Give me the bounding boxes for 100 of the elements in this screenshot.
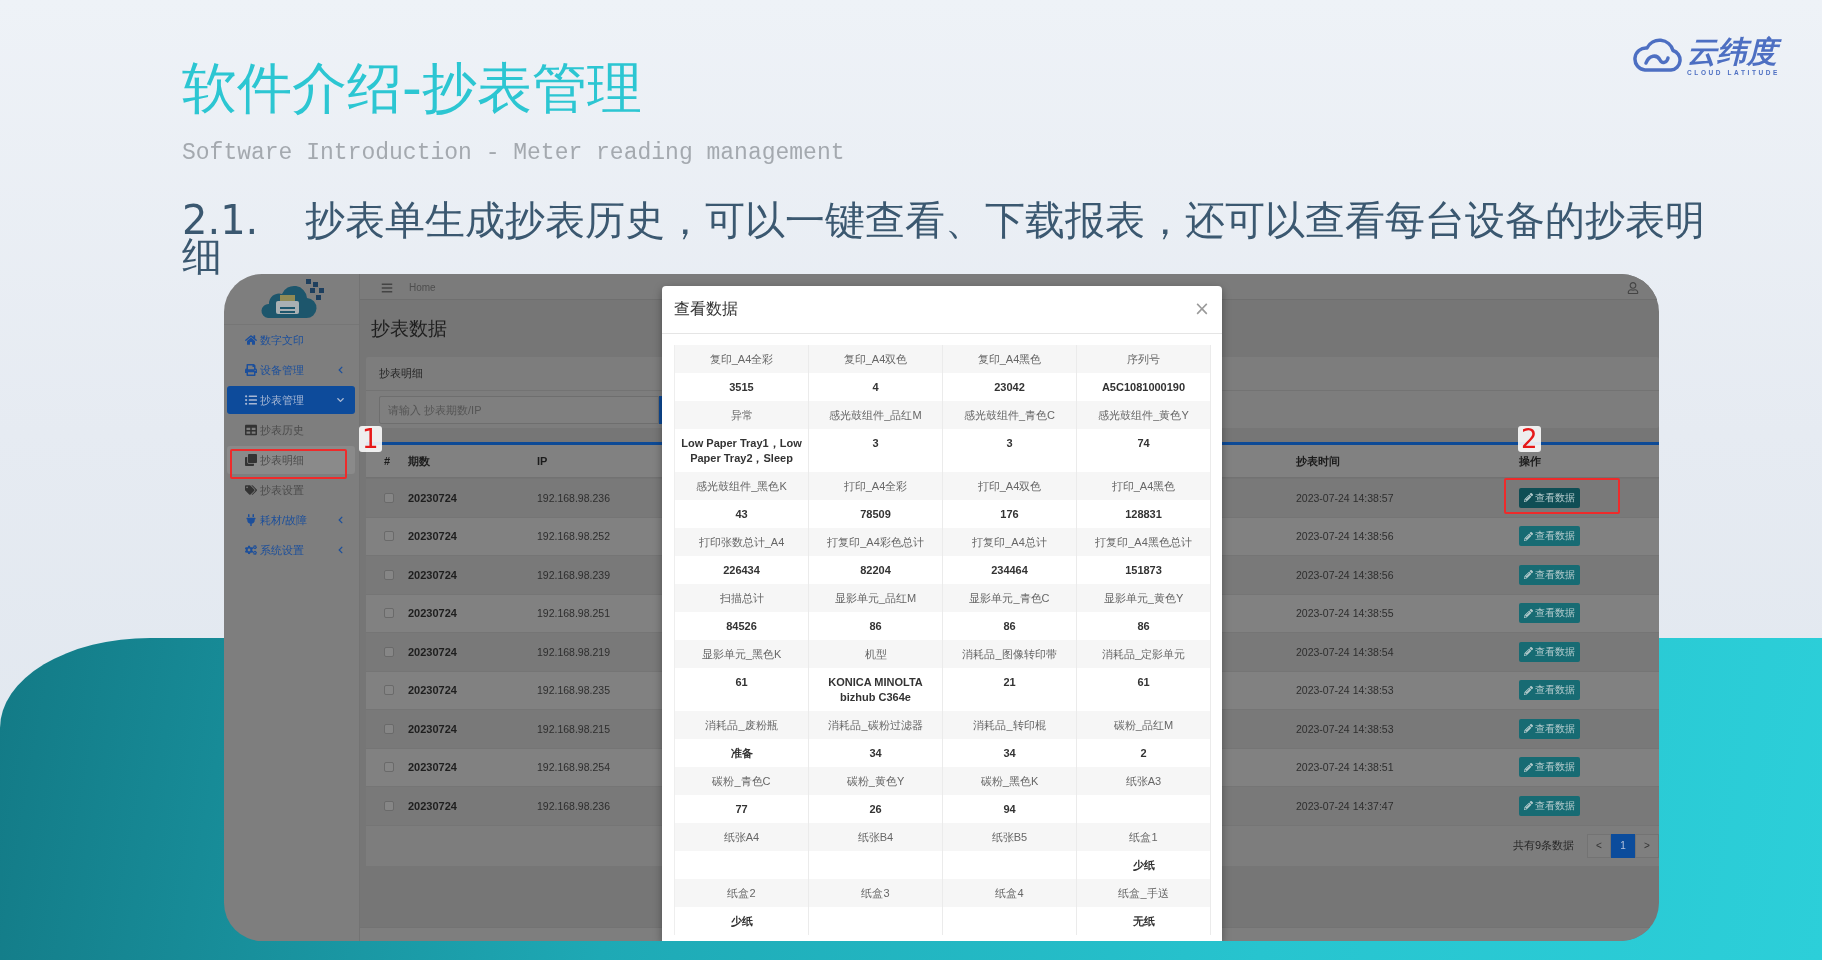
field-label: 显影单元_黑色K (675, 640, 809, 668)
list-icon (245, 394, 257, 406)
field-label: 复印_A4黑色 (943, 345, 1077, 373)
checkbox[interactable] (384, 800, 394, 811)
modal-title: 查看数据 (674, 299, 738, 319)
close-button[interactable]: × (1194, 299, 1210, 320)
field-label: 显影单元_品红M (809, 584, 943, 612)
table-cell: 192.168.98.254 (537, 761, 610, 774)
user-icon[interactable] (1627, 281, 1639, 294)
table-cell: 20230724 (408, 491, 457, 504)
field-label: 纸盒_手送 (1077, 879, 1211, 907)
view-data-button[interactable]: 查看数据 (1519, 718, 1580, 739)
field-label: 纸盒2 (675, 879, 809, 907)
menu-item[interactable]: 系统设置 (227, 536, 355, 564)
field-label: 机型 (809, 640, 943, 668)
cloud-printer-logo (259, 279, 324, 319)
view-data-button[interactable]: 查看数据 (1519, 526, 1580, 547)
table-cell: 192.168.98.219 (537, 645, 610, 658)
checkbox[interactable] (384, 531, 394, 542)
view-data-button[interactable]: 查看数据 (1519, 603, 1580, 624)
gears-icon (245, 544, 257, 556)
field-label: 感光鼓组件_青色C (943, 401, 1077, 429)
pencil-icon (1524, 570, 1533, 580)
checkbox[interactable] (384, 685, 394, 696)
table-cell: 20230724 (408, 684, 457, 697)
field-label: 消耗品_废粉瓶 (675, 711, 809, 739)
field-label: 消耗品_定影单元 (1077, 640, 1211, 668)
field-label: 消耗品_碳粉过滤器 (809, 711, 943, 739)
menu-icon[interactable] (381, 281, 393, 294)
menu-item[interactable]: 设备管理 (227, 356, 355, 384)
table-cell: 2023-07-24 14:38:54 (1296, 645, 1394, 658)
checkbox[interactable] (384, 569, 394, 580)
table-cell: 2023-07-24 14:38:56 (1296, 530, 1394, 543)
panel-title: 抄表明细 (379, 366, 423, 381)
pencil-icon (1524, 531, 1533, 541)
pencil-icon (1524, 724, 1533, 734)
field-label: 纸张B5 (943, 823, 1077, 851)
field-label: 显影单元_黄色Y (1077, 584, 1211, 612)
table-cell: 20230724 (408, 530, 457, 543)
previous-page-button[interactable]: < (1587, 833, 1611, 858)
field-label: 消耗品_转印棍 (943, 711, 1077, 739)
printer-icon (245, 364, 257, 376)
plug-icon (245, 514, 257, 526)
field-label: 消耗品_图像转印带 (943, 640, 1077, 668)
field-label: 纸张A4 (675, 823, 809, 851)
pencil-icon (1524, 493, 1533, 503)
tags-icon (245, 484, 257, 496)
field-label: 感光鼓组件_黄色Y (1077, 401, 1211, 429)
page-title: 抄表数据 (371, 318, 447, 340)
view-data-button[interactable]: 查看数据 (1519, 564, 1580, 585)
table-cell: 20230724 (408, 722, 457, 735)
table-cell: 192.168.98.236 (537, 491, 610, 504)
pencil-icon (1524, 647, 1533, 657)
menu-item[interactable]: 数字文印 (227, 326, 355, 354)
menu-item[interactable]: 抄表管理 (227, 386, 355, 414)
point-text: 2.1. 抄表单生成抄表历史，可以一键查看、下载报表，还可以查看每台设备的抄表明细 (182, 202, 1706, 274)
checkbox[interactable] (384, 646, 394, 657)
field-label: 碳粉_青色C (675, 767, 809, 795)
field-label: 扫描总计 (675, 584, 809, 612)
table-icon (245, 424, 257, 436)
next-page-button[interactable]: > (1635, 833, 1659, 858)
checkbox[interactable] (384, 762, 394, 773)
field-label: 碳粉_黑色K (943, 767, 1077, 795)
view-data-button[interactable]: 查看数据 (1519, 757, 1580, 778)
pencil-icon (1524, 685, 1533, 695)
column-header: 期数 (408, 453, 430, 469)
field-label: 纸张B4 (809, 823, 943, 851)
table-cell: 192.168.98.235 (537, 684, 610, 697)
field-label: 打印_A4全彩 (809, 472, 943, 500)
view-data-button[interactable]: 查看数据 (1519, 487, 1580, 508)
view-data-button[interactable]: 查看数据 (1519, 641, 1580, 662)
page-button[interactable]: 1 (1611, 833, 1635, 858)
view-data-button[interactable]: 查看数据 (1519, 795, 1580, 816)
callout-number: 2 (1518, 426, 1541, 452)
checkbox[interactable] (384, 492, 394, 503)
checkbox[interactable] (384, 723, 394, 734)
search-button[interactable] (659, 396, 662, 424)
field-label: 显影单元_青色C (943, 584, 1077, 612)
record-count: 共有9条数据 (1512, 838, 1574, 854)
field-label: 碳粉_黄色Y (809, 767, 943, 795)
field-label: 打复印_A4黑色总计 (1077, 528, 1211, 556)
field-label: 异常 (675, 401, 809, 429)
pencil-icon (1524, 801, 1533, 811)
checkbox[interactable] (384, 608, 394, 619)
column-header: IP (537, 455, 548, 467)
table-cell: 20230724 (408, 568, 457, 581)
pencil-icon (1524, 608, 1533, 618)
table-cell: 2023-07-24 14:38:56 (1296, 568, 1394, 581)
table-cell: 20230724 (408, 799, 457, 812)
table-cell: 20230724 (408, 645, 457, 658)
table-cell: 2023-07-24 14:38:53 (1296, 684, 1394, 697)
column-header: # (384, 455, 391, 467)
field-label: 碳粉_品红M (1077, 711, 1211, 739)
table-cell: 2023-07-24 14:37:47 (1296, 799, 1394, 812)
table-cell: 20230724 (408, 761, 457, 774)
view-data-button[interactable]: 查看数据 (1519, 680, 1580, 701)
field-label: 打复印_A4彩色总计 (809, 528, 943, 556)
slide-subtitle: Software Introduction - Meter reading management (182, 139, 845, 167)
home-icon (245, 334, 257, 346)
menu-item[interactable]: 耗材/故障 (227, 506, 355, 534)
